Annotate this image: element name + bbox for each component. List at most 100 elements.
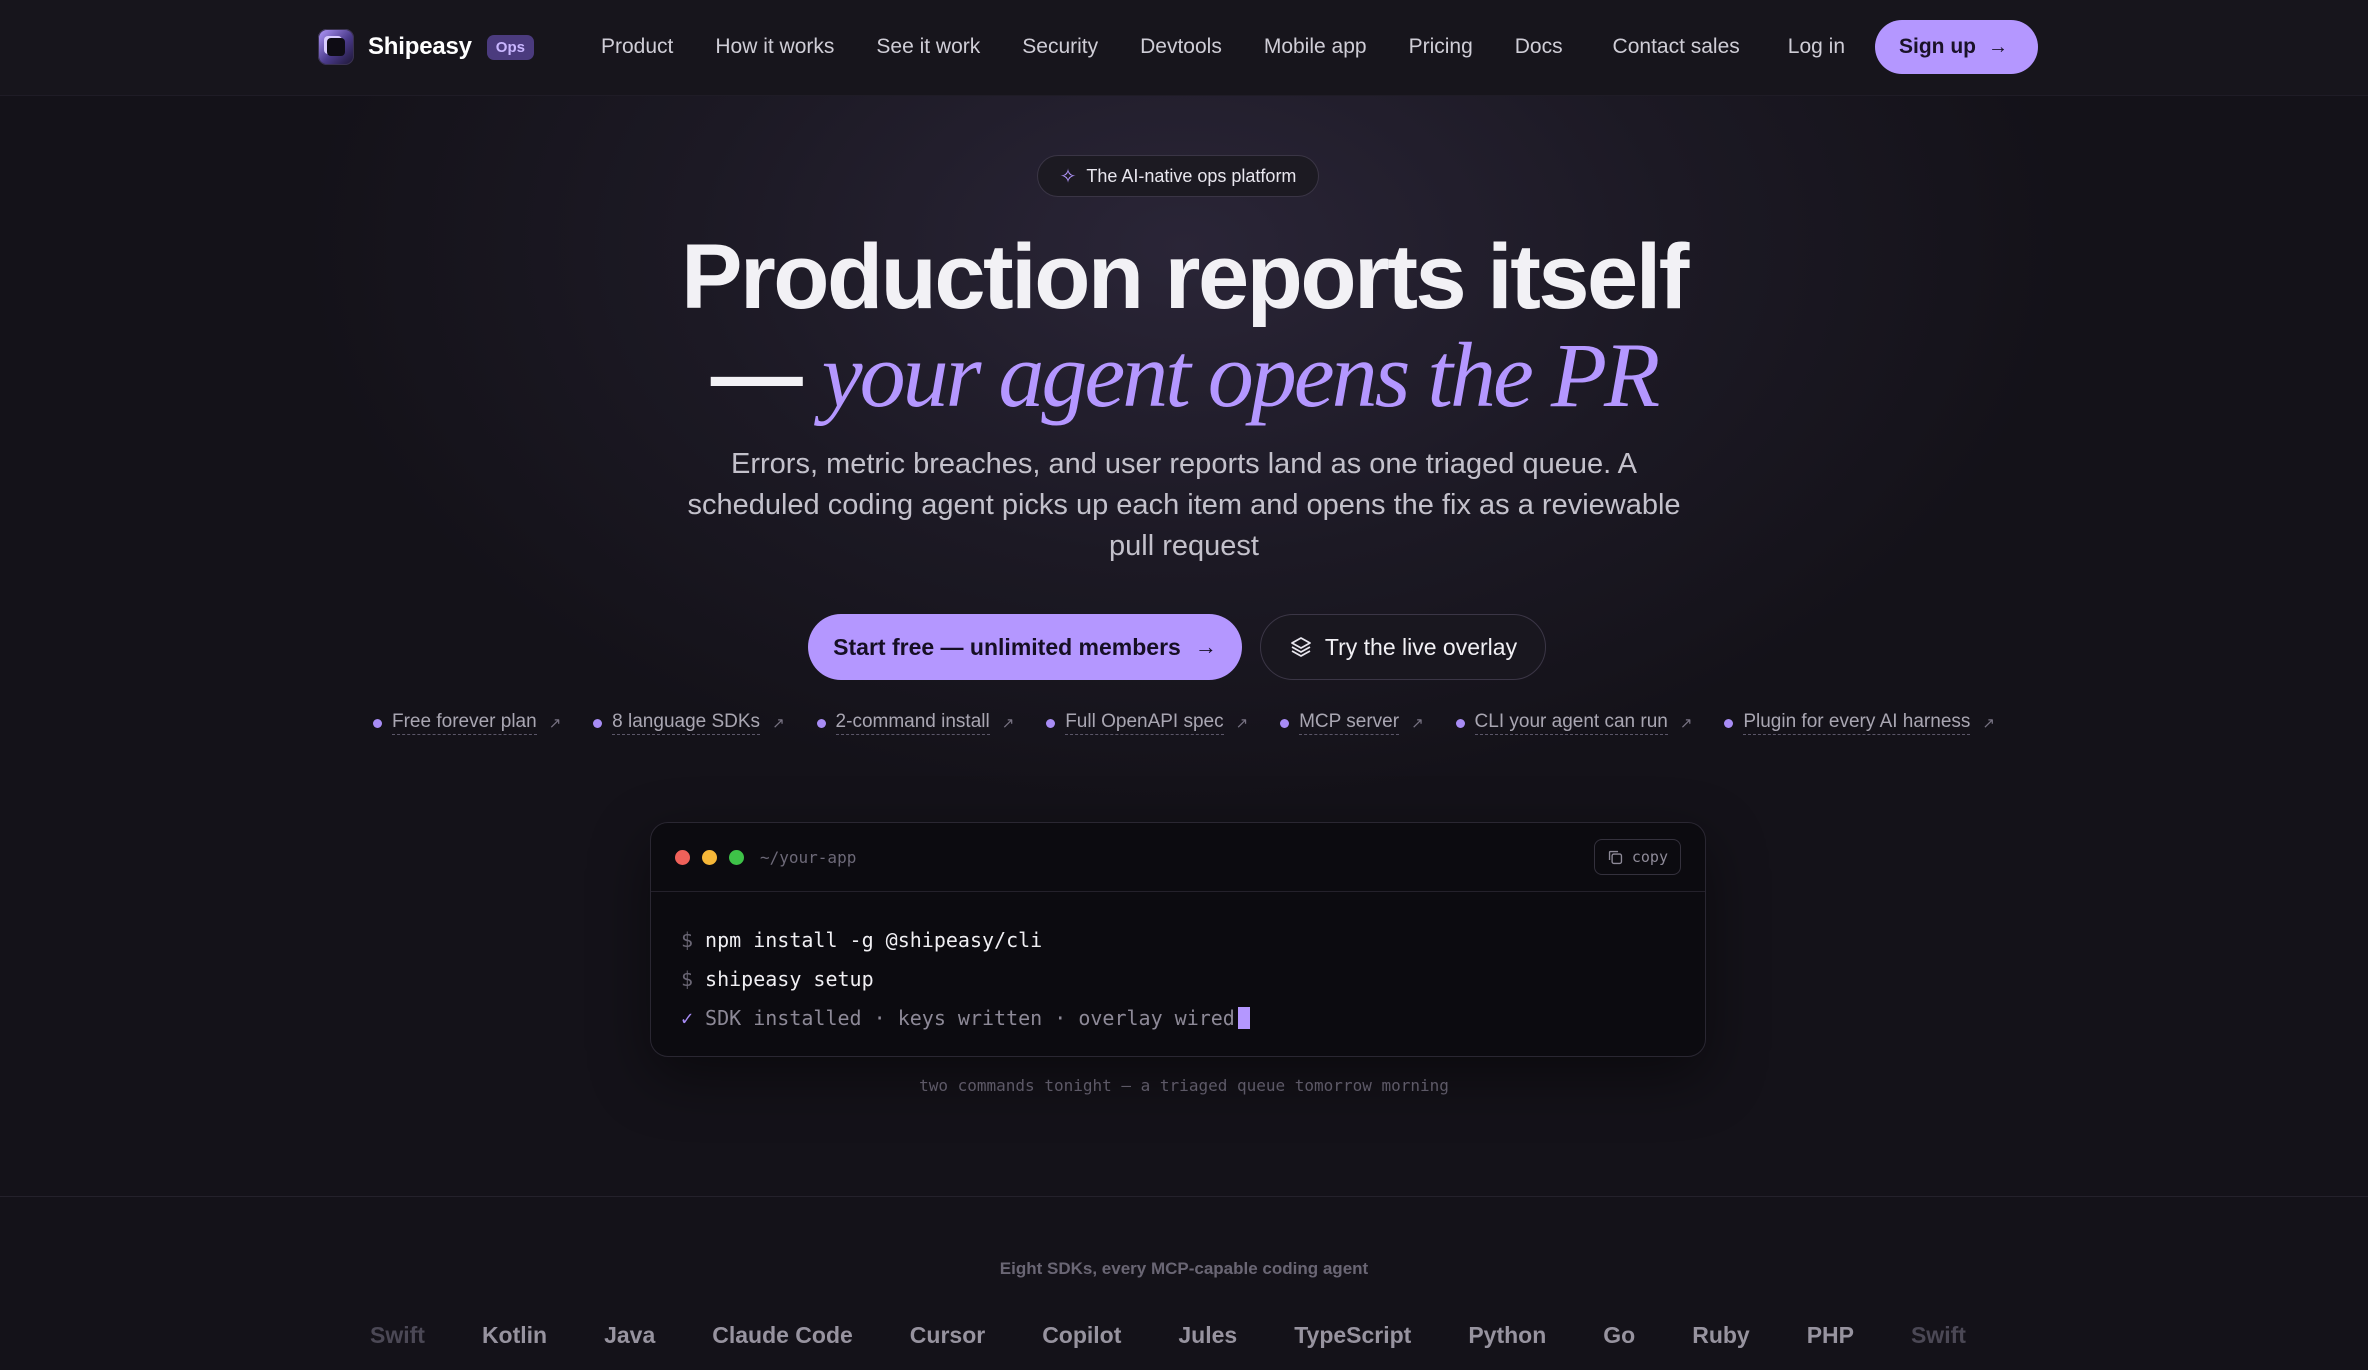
signup-button[interactable]: Sign up →	[1875, 20, 2038, 74]
bullet-dot	[1280, 718, 1290, 728]
terminal-line: ✓ SDK installed · keys written · overlay …	[681, 998, 1705, 1037]
bullet-dot	[1046, 718, 1056, 728]
terminal-output: SDK installed · keys written · overlay w…	[705, 1005, 1235, 1030]
bullet-dot	[593, 718, 603, 728]
sdk-item: Ruby	[1692, 1321, 1750, 1348]
terminal-window: ~/your-app copy $ npm install -g @shipeas…	[650, 822, 1706, 1057]
start-free-button[interactable]: Start free — unlimited members →	[808, 614, 1242, 680]
sdk-item: TypeScript	[1294, 1321, 1412, 1348]
feature-link[interactable]: Plugin for every AI harness ↗	[1724, 711, 1995, 735]
section-divider	[0, 1196, 2368, 1197]
sdk-marquee: Swift Kotlin Java Claude Code Cursor Cop…	[370, 1318, 1966, 1352]
sdk-item: Swift	[1910, 1321, 1966, 1348]
sdk-item: Go	[1603, 1321, 1636, 1348]
nav-links: Product How it works See it work Securit…	[601, 35, 1605, 59]
sdk-section-title: Eight SDKs, every MCP-capable coding age…	[999, 1259, 1369, 1278]
nav-link-product[interactable]: Product	[601, 35, 673, 59]
feature-label: Plugin for every AI harness	[1743, 711, 1971, 735]
bullet-dot	[1724, 718, 1734, 728]
prompt-symbol: $	[681, 966, 694, 991]
contact-sales-link[interactable]: Contact sales	[1613, 35, 1740, 59]
arrow-right-icon: →	[1194, 634, 1217, 659]
terminal-command: npm install -g @shipeasy/cli	[705, 927, 1043, 952]
maximize-dot-icon	[729, 849, 744, 865]
nav-actions: Contact sales Log in Sign up →	[1613, 20, 2038, 74]
sdk-item: Java	[604, 1321, 656, 1348]
external-arrow-icon: ↗	[1235, 715, 1249, 732]
start-free-label: Start free — unlimited members	[833, 633, 1181, 660]
terminal-titlebar: ~/your-app copy	[651, 823, 1705, 892]
nav-link-see-it-work[interactable]: See it work	[876, 35, 980, 59]
sdk-item: Swift	[370, 1321, 425, 1348]
feature-label: CLI your agent can run	[1474, 711, 1668, 735]
hero-pill-text: The AI-native ops platform	[1086, 165, 1297, 186]
nav-link-how-it-works[interactable]: How it works	[715, 35, 834, 59]
feature-label: 2-command install	[835, 711, 990, 735]
terminal-cursor	[1237, 1006, 1250, 1029]
signup-label: Sign up	[1899, 35, 1976, 58]
feature-link[interactable]: MCP server ↗	[1280, 711, 1424, 735]
sdk-item: Python	[1468, 1321, 1547, 1348]
terminal-line: $ shipeasy setup	[681, 959, 1705, 998]
terminal-body: $ npm install -g @shipeasy/cli $ shipeasy …	[651, 892, 1705, 1037]
layers-icon	[1291, 637, 1311, 657]
copy-label: copy	[1631, 848, 1668, 866]
try-live-overlay-label: Try the live overlay	[1324, 633, 1518, 660]
hero-title: Production reports itself	[681, 226, 1689, 328]
terminal-line: $ npm install -g @shipeasy/cli	[681, 920, 1705, 959]
check-icon: ✓	[681, 1005, 694, 1030]
cta-row: Start free — unlimited members → Try the…	[808, 614, 1546, 680]
close-dot-icon	[675, 849, 690, 865]
external-arrow-icon: ↗	[1411, 715, 1424, 732]
feature-links: Free forever plan ↗ 8 language SDKs ↗ 2-co…	[373, 708, 1995, 738]
nav-link-docs[interactable]: Docs	[1515, 35, 1563, 59]
nav-link-devtools[interactable]: Devtools	[1140, 35, 1222, 59]
hero-dash: —	[710, 324, 803, 426]
external-arrow-icon: ↗	[1982, 715, 1995, 732]
external-arrow-icon: ↗	[548, 715, 562, 732]
prompt-symbol: $	[681, 927, 694, 952]
nav-link-security[interactable]: Security	[1022, 35, 1098, 59]
nav-link-mobile-app[interactable]: Mobile app	[1264, 35, 1367, 59]
feature-label: 8 language SDKs	[612, 711, 761, 735]
feature-link[interactable]: CLI your agent can run ↗	[1455, 711, 1693, 735]
feature-label: MCP server	[1299, 711, 1400, 735]
arrow-right-icon: →	[1988, 35, 2008, 58]
hero-title-italic: your agent opens the PR	[821, 324, 1660, 426]
terminal-path: ~/your-app	[760, 847, 857, 867]
terminal-caption: two commands tonight — a triaged queue t…	[919, 1076, 1449, 1095]
sdk-item: PHP	[1806, 1321, 1854, 1348]
feature-label: Full OpenAPI spec	[1065, 711, 1224, 735]
try-live-overlay-button[interactable]: Try the live overlay	[1260, 614, 1546, 680]
sdk-item: Cursor	[909, 1321, 986, 1348]
ops-badge: Ops	[486, 34, 534, 60]
bullet-dot	[373, 718, 382, 728]
sparkles-icon: ✧	[1059, 165, 1077, 188]
brand-name: Shipeasy	[368, 33, 472, 60]
sdk-item: Kotlin	[481, 1321, 548, 1348]
hero-title-line2: — your agent opens the PR	[0, 320, 2368, 430]
feature-link[interactable]: Free forever plan ↗	[373, 711, 561, 735]
copy-icon	[1608, 850, 1623, 864]
hero-pill: ✧ The AI-native ops platform	[1037, 155, 1319, 197]
nav-link-pricing[interactable]: Pricing	[1409, 35, 1473, 59]
brand[interactable]: Shipeasy Ops	[318, 29, 534, 65]
hero-subtitle: Errors, metric breaches, and user report…	[687, 448, 1681, 562]
main-nav: Shipeasy Ops Product How it works See it…	[318, 20, 2038, 74]
sdk-item: Jules	[1178, 1321, 1238, 1348]
shipeasy-logo-icon	[318, 29, 354, 65]
bullet-dot	[1455, 718, 1465, 728]
external-arrow-icon: ↗	[1679, 715, 1693, 732]
feature-link[interactable]: 8 language SDKs ↗	[593, 711, 785, 735]
bullet-dot	[816, 718, 826, 728]
login-link[interactable]: Log in	[1788, 35, 1845, 59]
external-arrow-icon: ↗	[1001, 715, 1015, 732]
sdk-item: Claude Code	[712, 1321, 853, 1348]
sdk-item: Copilot	[1042, 1321, 1122, 1348]
terminal-command: shipeasy setup	[705, 966, 874, 991]
feature-link[interactable]: Full OpenAPI spec ↗	[1046, 711, 1248, 735]
feature-link[interactable]: 2-command install ↗	[816, 711, 1015, 735]
copy-button[interactable]: copy	[1593, 839, 1681, 875]
minimize-dot-icon	[702, 849, 717, 865]
external-arrow-icon: ↗	[772, 715, 785, 732]
